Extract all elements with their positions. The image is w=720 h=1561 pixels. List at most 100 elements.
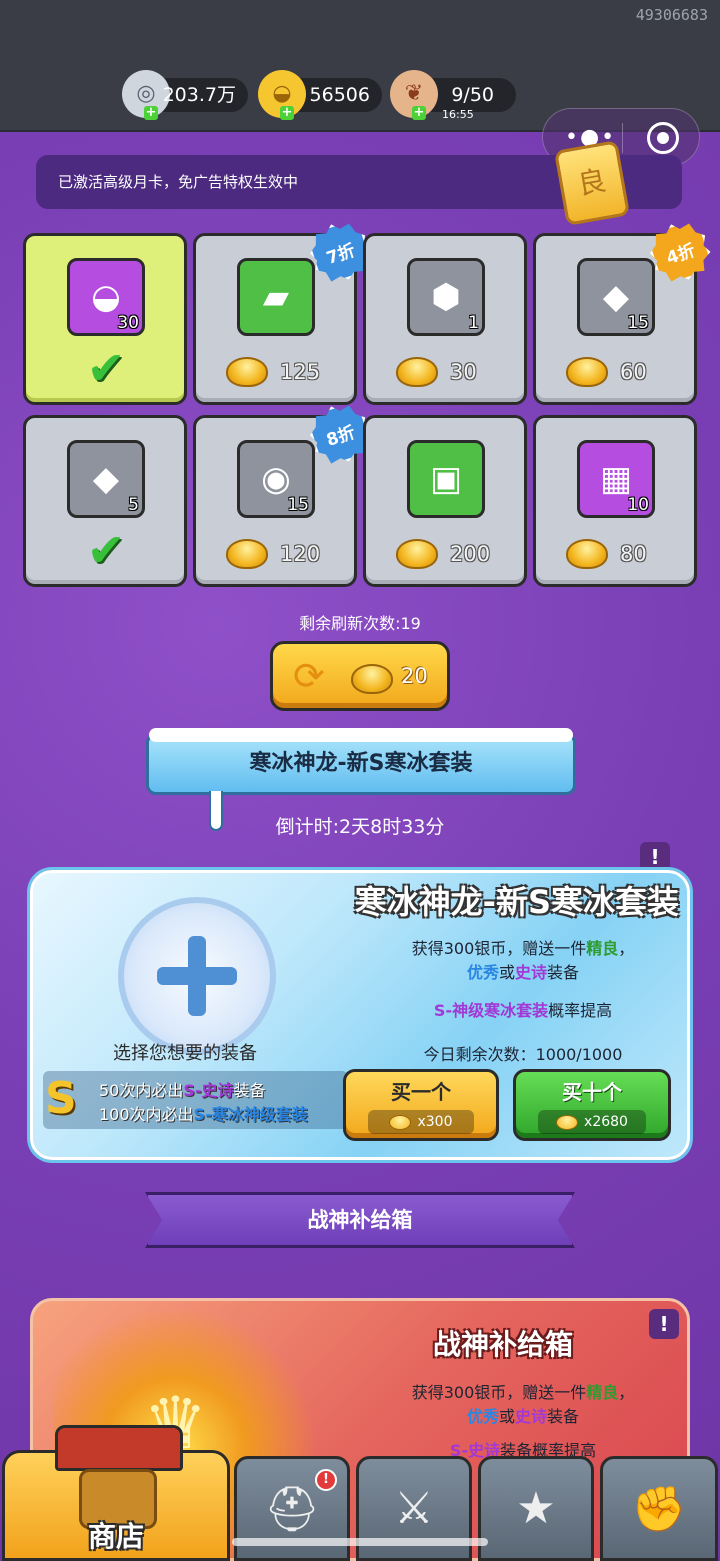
item-price: 60 — [566, 354, 647, 390]
refresh-button[interactable]: ⟳ 20 — [270, 641, 450, 711]
gold-ingot-icon — [566, 539, 608, 569]
medal-gem-icon: ◉ 15 — [237, 440, 315, 518]
frost-decoration — [149, 728, 573, 742]
supply-desc-epic: 史诗 — [515, 1407, 548, 1426]
item-glyph: ▰ — [262, 277, 290, 317]
supply-desc-or: 或 — [498, 1407, 515, 1426]
nav-shop-label: 商店 — [87, 1520, 144, 1553]
plus-icon-vertical — [188, 936, 206, 1016]
event-desc-or: 或 — [498, 963, 515, 982]
event-rate-suffix: 概率提高 — [548, 1001, 613, 1020]
event-daily-remaining: 今日剩余次数：1000/1000 — [423, 1045, 623, 1064]
supply-desc-text: 获得300银币，赠送一件 — [411, 1383, 587, 1402]
dragon-badge-icon: ⬢ 1 — [407, 258, 485, 336]
event-desc-excellent: 优秀 — [466, 963, 499, 982]
purchased-check-icon: ✔ — [86, 341, 126, 395]
gold-resource[interactable]: ◒ + 56506 — [258, 70, 382, 120]
item-quantity: 1 — [468, 313, 479, 333]
item-glyph: ◆ — [602, 277, 630, 317]
item-quantity: 15 — [627, 313, 649, 333]
refresh-remaining: 剩余刷新次数:19 — [299, 614, 421, 633]
item-price: 200 — [396, 536, 490, 572]
stamina-resource[interactable]: ❦ + 9/50 16:55 — [390, 70, 516, 121]
hero-stars-icon: ★ — [516, 1483, 556, 1534]
item-quantity: 5 — [128, 495, 139, 515]
gold-ingot-icon — [389, 1114, 412, 1130]
stamina-value: 9/50 — [451, 84, 494, 106]
event-desc-gear: 装备 — [547, 963, 580, 982]
guarantee-2-pre: 100次内必出 — [99, 1105, 194, 1124]
boot-gem-icon: ◆ 15 — [577, 258, 655, 336]
silver-resource[interactable]: ◎ + 203.7万 — [122, 70, 248, 120]
event-banner: 寒冰神龙-新S寒冰套装 — [146, 728, 576, 831]
guarantee-line-2: 100次内必出S-寒冰神级套装 — [99, 1101, 308, 1125]
select-equipment-label: 选择您想要的装备 — [113, 1043, 257, 1064]
item-price-value: 30 — [450, 360, 477, 384]
shop-item-card[interactable]: ⬢ 1 30 — [363, 233, 527, 405]
refresh-icon: ⟳ — [293, 654, 325, 698]
event-desc-fine: 精良 — [586, 939, 619, 958]
buy-one-cost-value: x300 — [417, 1114, 453, 1130]
buy-ten-button[interactable]: 买十个 x2680 — [513, 1069, 671, 1141]
item-price: 125 — [226, 354, 320, 390]
event-desc-comma: ， — [618, 939, 635, 958]
item-price-value: 120 — [280, 542, 321, 566]
shop-item-card[interactable]: ◒ 30 ✔ — [23, 233, 187, 405]
item-glyph: ◉ — [261, 459, 291, 499]
boot-gem-icon: ◆ 5 — [67, 440, 145, 518]
event-desc-epic: 史诗 — [515, 963, 548, 982]
gold-ingot-icon — [226, 357, 268, 387]
supply-description: 获得300银币，赠送一件精良， 优秀或史诗装备 — [363, 1381, 683, 1429]
helmet-icon: ⛑ — [264, 1483, 320, 1535]
shop-item-card[interactable]: ▦ 10 80 — [533, 415, 697, 587]
nav-tab-upgrade[interactable]: ✊ — [600, 1456, 718, 1561]
jade-chest-icon: ▦ 10 — [577, 440, 655, 518]
item-glyph: ⬢ — [431, 277, 461, 317]
supply-ribbon: 战神补给箱 — [145, 1192, 575, 1248]
stamina-timer: 16:55 — [442, 108, 474, 121]
capsule-divider — [622, 123, 623, 153]
monthly-card-tag-icon[interactable]: 良 — [553, 140, 631, 226]
shop-roof-icon — [55, 1425, 183, 1471]
nav-tab-heroes[interactable]: ★ — [478, 1456, 594, 1561]
add-silver-icon[interactable]: + — [144, 106, 158, 120]
event-info-button[interactable]: ! — [640, 842, 670, 872]
event-desc-text: 获得300银币，赠送一件 — [411, 939, 587, 958]
gold-ingot-icon — [396, 539, 438, 569]
gold-ingot-icon — [556, 1114, 579, 1130]
supply-desc-fine: 精良 — [586, 1383, 619, 1402]
event-countdown: 倒计时:2天8时33分 — [275, 816, 445, 838]
item-glyph: ◒ — [91, 277, 121, 317]
event-description: 获得300银币，赠送一件精良， 优秀或史诗装备 — [363, 937, 683, 985]
item-price: 80 — [566, 536, 647, 572]
gold-ingot-icon — [351, 664, 393, 694]
add-stamina-icon[interactable]: + — [412, 106, 426, 120]
notification-badge: ! — [315, 1469, 337, 1491]
shop-item-card[interactable]: ▣ 200 — [363, 415, 527, 587]
guarantee-box: S 50次内必出S-史诗装备 100次内必出S-寒冰神级套装 — [43, 1071, 348, 1129]
buy-ten-cost-value: x2680 — [584, 1114, 628, 1130]
event-panel-title: 寒冰神龙-新S寒冰套装 — [354, 883, 679, 921]
item-quantity: 15 — [287, 495, 309, 515]
gold-ingot-icon — [566, 357, 608, 387]
event-rate: S-神级寒冰套装概率提高 — [363, 997, 683, 1021]
supply-desc-excellent: 优秀 — [466, 1407, 499, 1426]
add-gold-icon[interactable]: + — [280, 106, 294, 120]
select-equipment-button[interactable] — [118, 897, 276, 1055]
event-banner-text: 寒冰神龙-新S寒冰套装 — [249, 751, 473, 776]
item-price-value: 60 — [620, 360, 647, 384]
buy-one-button[interactable]: 买一个 x300 — [343, 1069, 499, 1141]
nav-tab-shop[interactable]: 商店 — [2, 1425, 230, 1561]
guarantee-2-hl: S-寒冰神级套装 — [193, 1105, 308, 1124]
refresh-cost: 20 — [401, 664, 428, 688]
buy-ten-label: 买十个 — [562, 1080, 622, 1104]
supply-info-button[interactable]: ! — [649, 1309, 679, 1339]
item-glyph: ◆ — [92, 459, 120, 499]
supply-desc-comma: ， — [618, 1383, 635, 1402]
guarantee-1-hl: S-史诗 — [183, 1081, 234, 1100]
close-miniprogram-icon[interactable] — [647, 122, 679, 154]
item-price: 30 — [396, 354, 477, 390]
shop-item-card[interactable]: ◆ 5 ✔ — [23, 415, 187, 587]
item-quantity: 10 — [627, 495, 649, 515]
item-price-value: 80 — [620, 542, 647, 566]
